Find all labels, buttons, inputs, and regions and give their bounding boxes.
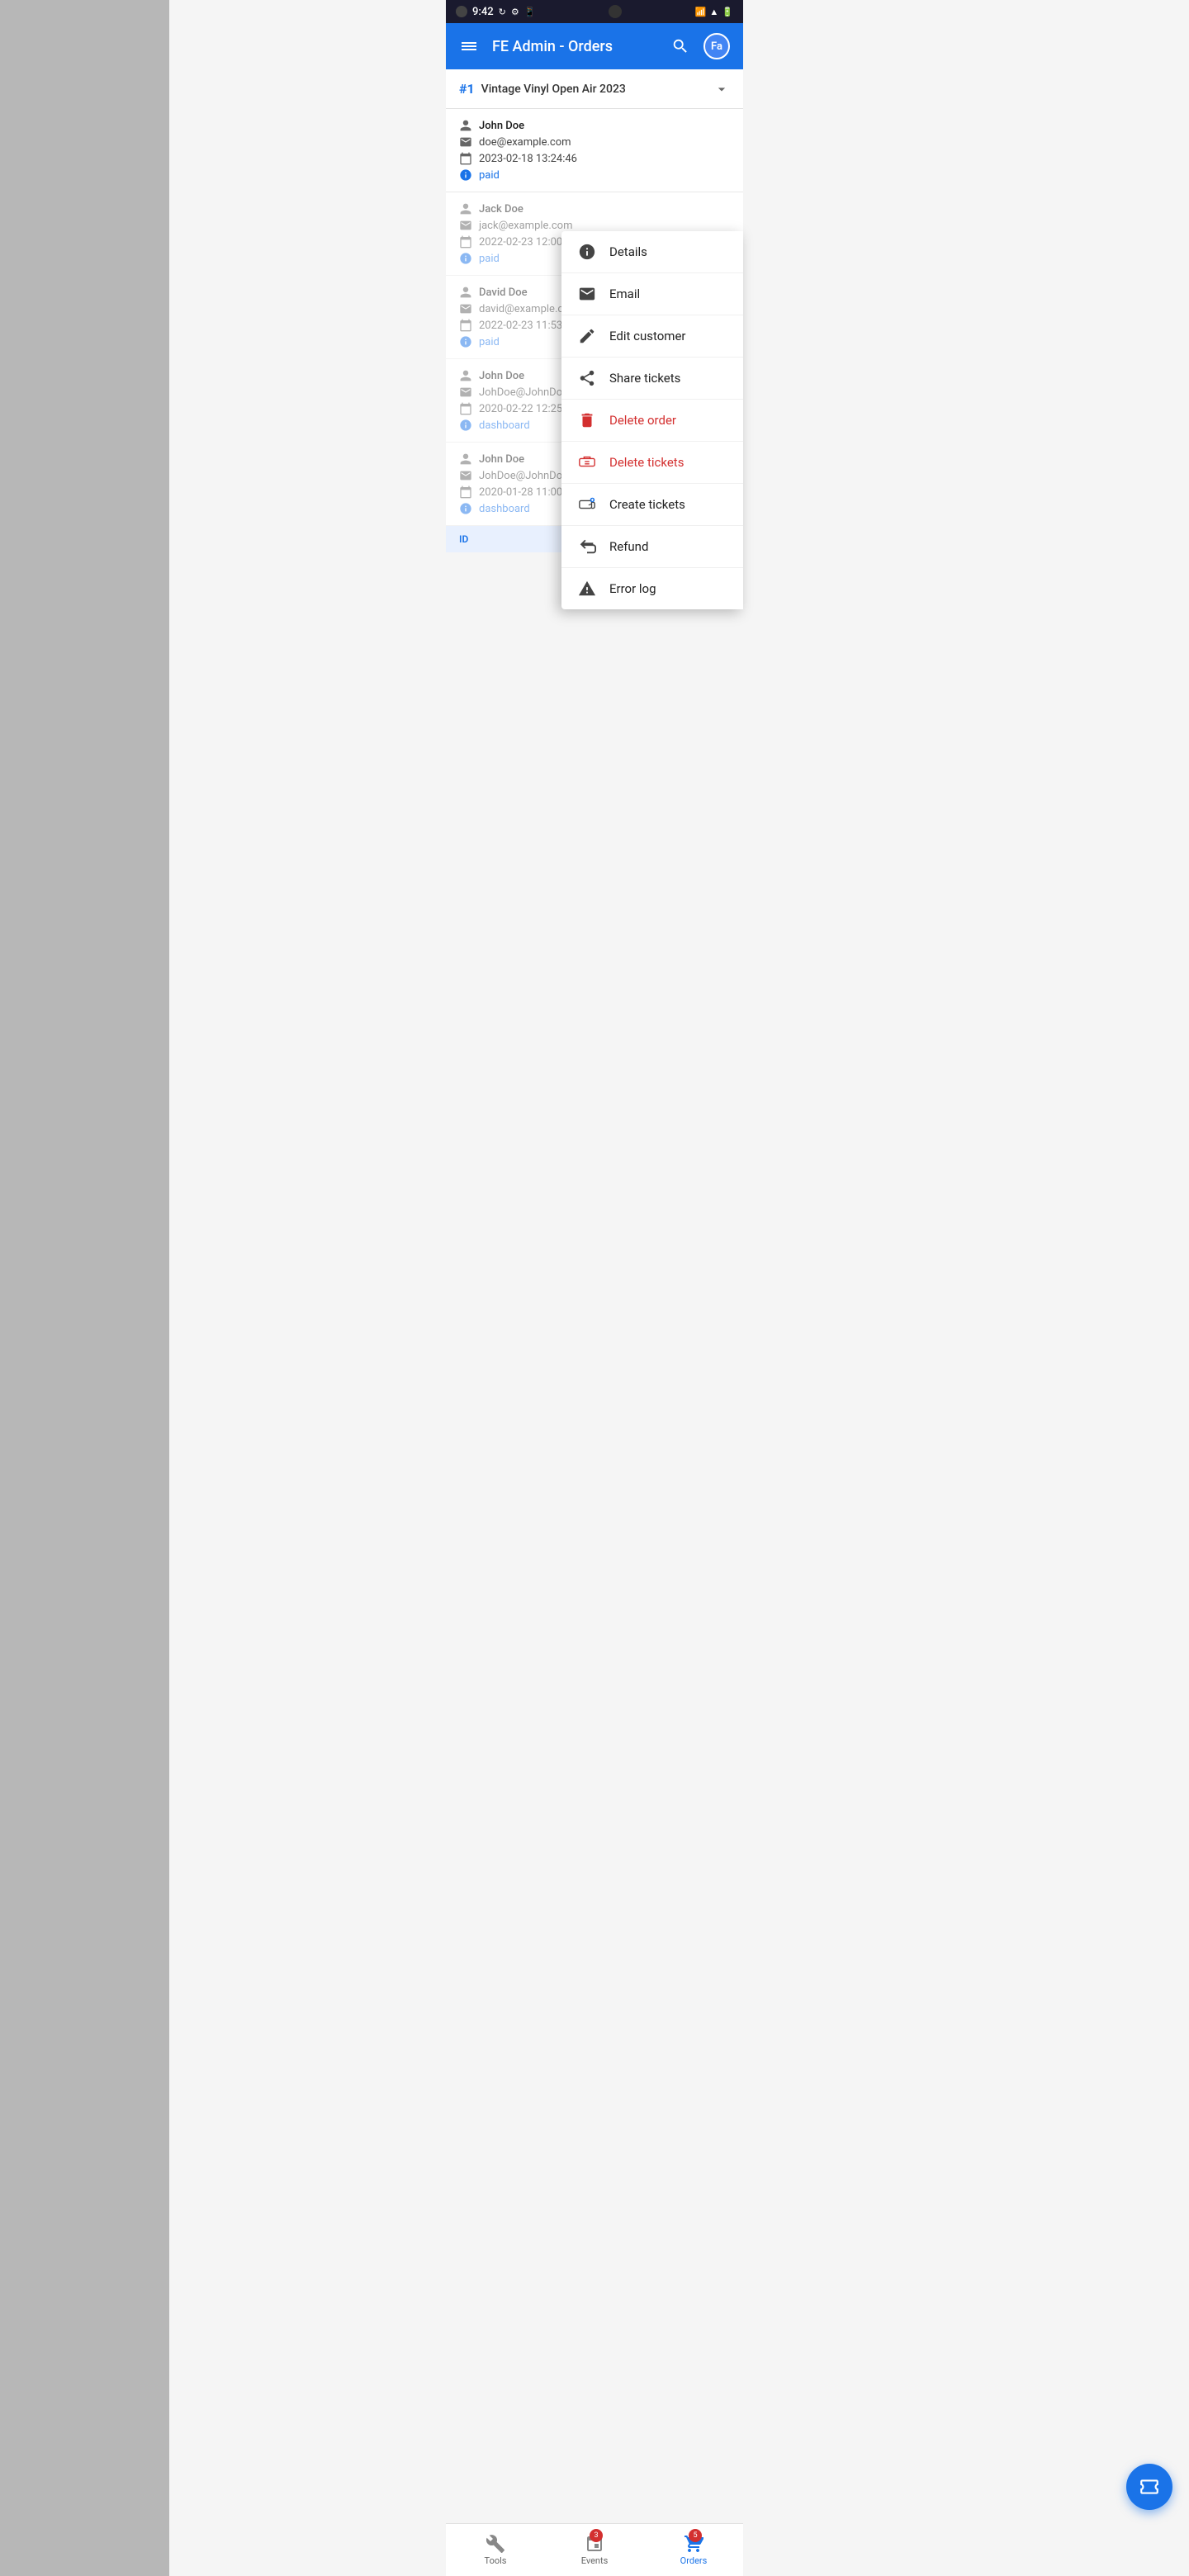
menu-item-email[interactable]: Email	[561, 273, 743, 315]
circle-icon	[456, 6, 467, 17]
search-icon	[671, 37, 689, 55]
wifi-icon: ▲	[709, 7, 718, 17]
email-icon	[459, 302, 472, 315]
menu-item-refund[interactable]: Refund	[561, 526, 743, 568]
footer-nav: Tools 3 Events 5 Orders	[446, 2523, 743, 2576]
person-icon	[459, 452, 472, 466]
refund-icon	[578, 537, 596, 556]
info-icon	[459, 335, 472, 348]
menu-item-delete-order[interactable]: Delete order	[561, 400, 743, 442]
menu-item-error-log[interactable]: Error log	[561, 568, 743, 609]
calendar-icon	[459, 152, 472, 165]
footer-tab-events-label: Events	[581, 2555, 609, 2566]
error-log-icon	[578, 580, 596, 598]
footer-tab-orders[interactable]: 5 Orders	[644, 2524, 743, 2576]
menu-item-delete-order-label: Delete order	[609, 413, 676, 428]
order-name: John Doe	[479, 370, 524, 382]
person-icon	[459, 286, 472, 299]
delete-tickets-icon	[578, 453, 596, 471]
order-name: Jack Doe	[479, 203, 523, 215]
circle-dot-icon	[609, 5, 622, 18]
order-item[interactable]: John Doe doe@example.com 2023-02-18 13:2…	[446, 109, 743, 192]
event-name: Vintage Vinyl Open Air 2023	[481, 83, 707, 96]
calendar-icon	[459, 235, 472, 249]
menu-item-delete-tickets-label: Delete tickets	[609, 455, 684, 470]
events-badge: 3	[590, 2529, 603, 2542]
email-icon	[459, 386, 472, 399]
chevron-down-icon	[713, 81, 730, 97]
status-time: 9:42 ↻ ⚙ 📱	[456, 6, 535, 18]
menu-item-email-label: Email	[609, 286, 640, 301]
settings-icon: ⚙	[511, 7, 519, 17]
info-circle-icon	[578, 243, 596, 261]
tools-icon	[486, 2534, 505, 2554]
person-icon	[459, 202, 472, 215]
order-name: John Doe	[479, 120, 524, 132]
sync-icon: ↻	[499, 7, 506, 17]
create-tickets-icon	[578, 495, 596, 514]
signal-icon: 📶	[695, 7, 707, 17]
person-icon	[459, 369, 472, 382]
info-icon	[459, 252, 472, 265]
battery-icon: 🔋	[722, 7, 733, 17]
menu-item-create-tickets[interactable]: Create tickets	[561, 484, 743, 526]
email-icon	[459, 219, 472, 232]
event-dropdown[interactable]: #1 Vintage Vinyl Open Air 2023	[446, 69, 743, 109]
status-bar: 9:42 ↻ ⚙ 📱 📶 ▲ 🔋	[446, 0, 743, 23]
email-icon	[459, 469, 472, 482]
footer-tab-events[interactable]: 3 Events	[545, 2524, 644, 2576]
edit-person-icon	[578, 327, 596, 345]
fab-button[interactable]	[1126, 2464, 1172, 2510]
search-button[interactable]	[670, 36, 690, 56]
email-icon	[459, 135, 472, 149]
menu-item-details-label: Details	[609, 244, 647, 259]
event-hash: #1	[459, 81, 475, 97]
order-name: David Doe	[479, 286, 528, 299]
menu-item-delete-tickets[interactable]: Delete tickets	[561, 442, 743, 484]
orders-badge: 5	[689, 2529, 702, 2542]
status-icons: 📶 ▲ 🔋	[695, 7, 733, 17]
footer-tab-tools-label: Tools	[485, 2555, 507, 2566]
person-icon	[459, 119, 472, 132]
context-menu-overlay[interactable]	[0, 0, 169, 2576]
id-label: ID	[459, 533, 468, 545]
order-status: paid	[479, 253, 500, 265]
menu-item-share-tickets-label: Share tickets	[609, 371, 680, 386]
info-icon	[459, 419, 472, 432]
order-email: jack@example.com	[479, 220, 572, 232]
order-status: paid	[479, 169, 500, 182]
order-status: dashboard	[479, 419, 530, 432]
hamburger-menu-button[interactable]	[459, 36, 479, 56]
hamburger-icon	[462, 40, 476, 52]
mail-icon	[578, 285, 596, 303]
menu-item-error-log-label: Error log	[609, 581, 656, 596]
page-title: FE Admin - Orders	[492, 38, 657, 55]
menu-item-share-tickets[interactable]: Share tickets	[561, 358, 743, 400]
menu-item-create-tickets-label: Create tickets	[609, 497, 685, 512]
order-name: John Doe	[479, 453, 524, 466]
calendar-icon	[459, 319, 472, 332]
share-icon	[578, 369, 596, 387]
calendar-icon	[459, 402, 472, 415]
menu-item-edit-customer-label: Edit customer	[609, 329, 686, 343]
ticket-fab-icon	[1139, 2476, 1160, 2498]
footer-tab-tools[interactable]: Tools	[446, 2524, 545, 2576]
delete-order-icon	[578, 411, 596, 429]
order-date: 2023-02-18 13:24:46	[479, 153, 577, 165]
order-email: doe@example.com	[479, 136, 571, 149]
order-status: paid	[479, 336, 500, 348]
app-bar: FE Admin - Orders Fa	[446, 23, 743, 69]
menu-item-details[interactable]: Details	[561, 231, 743, 273]
calendar-icon	[459, 485, 472, 499]
context-menu: Details Email Edit customer Share ticket…	[561, 231, 743, 609]
info-icon	[459, 502, 472, 515]
sim-icon: 📱	[524, 7, 536, 17]
menu-item-edit-customer[interactable]: Edit customer	[561, 315, 743, 358]
order-status: dashboard	[479, 503, 530, 515]
footer-tab-orders-label: Orders	[680, 2555, 708, 2566]
avatar[interactable]: Fa	[703, 33, 730, 59]
info-icon	[459, 168, 472, 182]
menu-item-refund-label: Refund	[609, 539, 648, 554]
